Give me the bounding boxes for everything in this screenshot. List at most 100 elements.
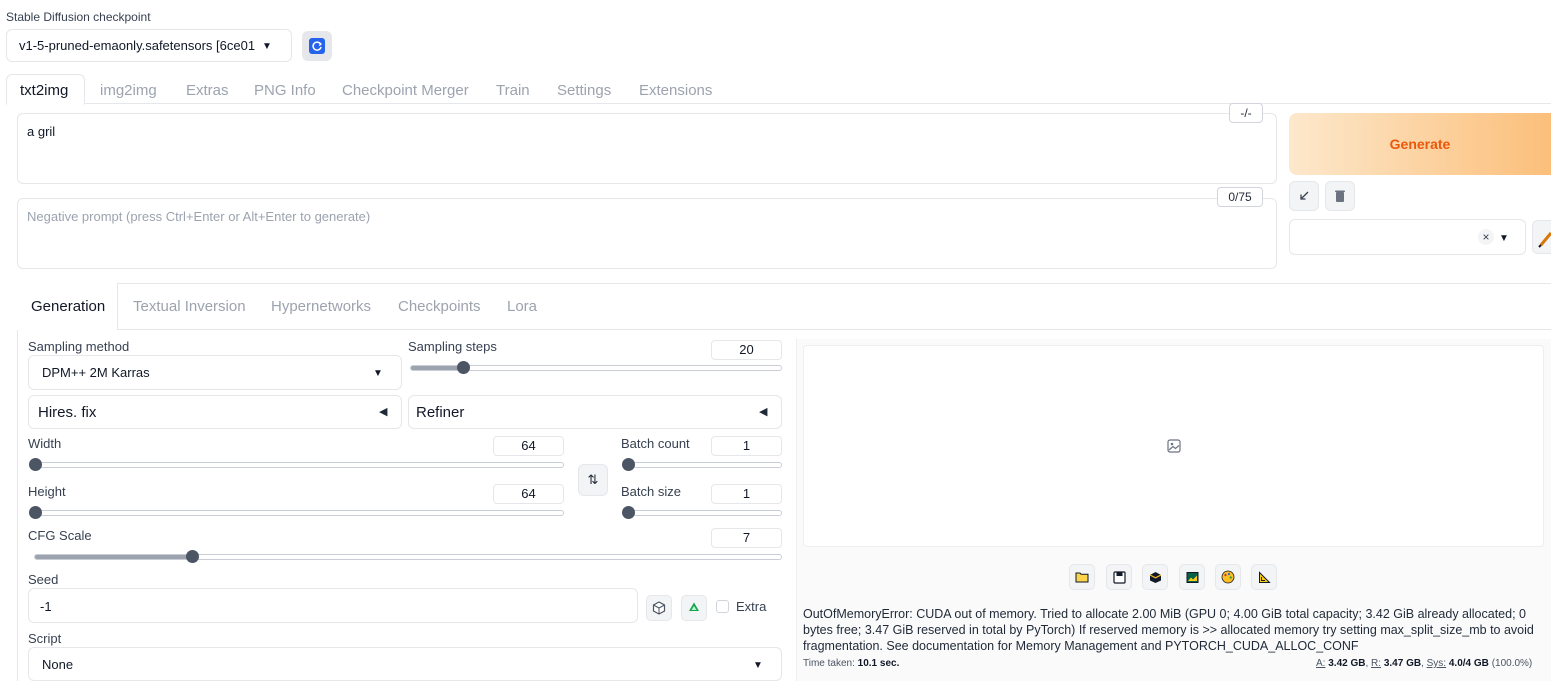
slider-thumb[interactable] (29, 506, 42, 519)
sub-tab-divider (17, 329, 1551, 330)
subtab-lora[interactable]: Lora (507, 298, 537, 315)
swap-dimensions-button[interactable]: ⇅ (578, 464, 608, 496)
height-input[interactable]: 64 (493, 484, 564, 504)
sampling-method-dropdown[interactable]: DPM++ 2M Karras ▼ (28, 355, 402, 390)
picture-icon (1186, 571, 1198, 583)
checkpoint-label: Stable Diffusion checkpoint (6, 10, 151, 24)
batch-count-input[interactable]: 1 (711, 436, 782, 456)
sampling-steps-slider[interactable] (410, 361, 782, 374)
mem-a-label: A: (1316, 658, 1326, 669)
image-placeholder-icon (1166, 439, 1181, 453)
error-message: OutOfMemoryError: CUDA out of memory. Tr… (803, 607, 1534, 653)
tab-settings[interactable]: Settings (557, 82, 611, 99)
seed-label: Seed (28, 572, 59, 587)
send-to-img2img-button[interactable] (1179, 564, 1205, 590)
tab-checkpoint-merger[interactable]: Checkpoint Merger (342, 82, 469, 99)
script-value: None (42, 657, 74, 672)
clear-prompt-button[interactable] (1325, 181, 1355, 211)
tab-png-info[interactable]: PNG Info (254, 82, 316, 99)
slider-thumb[interactable] (622, 458, 635, 471)
extra-seed-checkbox[interactable] (716, 600, 729, 613)
mem-r-value: 3.47 GB (1383, 658, 1422, 669)
chevron-down-icon: ▼ (1499, 233, 1509, 244)
pencil-icon (1538, 232, 1551, 248)
open-folder-button[interactable] (1069, 564, 1095, 590)
reuse-seed-button[interactable] (681, 595, 707, 621)
refresh-icon (309, 38, 325, 54)
dice-icon (652, 601, 666, 615)
batch-size-label: Batch size (621, 484, 681, 499)
tab-img2img[interactable]: img2img (100, 82, 157, 99)
checkpoint-value: v1-5-pruned-emaonly.safetensors [6ce01 (19, 38, 256, 53)
batch-count-slider[interactable] (622, 458, 782, 471)
negative-prompt-placeholder: Negative prompt (press Ctrl+Enter or Alt… (27, 209, 371, 224)
width-label: Width (28, 436, 62, 451)
slider-thumb[interactable] (29, 458, 42, 471)
script-label: Script (28, 631, 62, 646)
sampling-steps-input[interactable]: 20 (711, 340, 782, 360)
tab-extensions[interactable]: Extensions (639, 82, 712, 99)
random-seed-button[interactable] (646, 595, 672, 621)
send-to-extras-button[interactable] (1251, 564, 1277, 590)
time-taken: Time taken: 10.1 sec. (803, 658, 899, 669)
styles-dropdown[interactable]: × ▼ (1289, 219, 1526, 255)
subtab-checkpoints[interactable]: Checkpoints (398, 298, 481, 315)
mem-sys-label: Sys: (1426, 658, 1447, 669)
batch-size-slider[interactable] (622, 506, 782, 519)
slider-thumb[interactable] (456, 361, 470, 374)
refresh-checkpoint-button[interactable] (302, 31, 332, 61)
mem-a-value: 3.42 GB (1328, 658, 1366, 669)
read-params-button[interactable] (1289, 181, 1319, 211)
time-taken-label: Time taken: (803, 658, 855, 669)
triangle-ruler-icon (1258, 570, 1271, 583)
subtab-hypernetworks[interactable]: Hypernetworks (271, 298, 371, 315)
generate-button[interactable]: Generate (1289, 113, 1551, 175)
cfg-scale-input[interactable]: 7 (711, 528, 782, 548)
height-slider[interactable] (29, 506, 564, 519)
width-slider[interactable] (29, 458, 564, 471)
send-to-inpaint-button[interactable] (1215, 564, 1241, 590)
slider-thumb[interactable] (185, 550, 199, 563)
extra-seed-label: Extra (736, 599, 767, 614)
script-dropdown[interactable]: None ▼ (28, 647, 782, 681)
prompt-text: a gril (27, 124, 56, 139)
subtab-generation[interactable]: Generation (31, 298, 105, 315)
chevron-down-icon: ▼ (373, 368, 383, 379)
batch-count-label: Batch count (621, 436, 690, 451)
swap-arrows-icon: ⇅ (587, 472, 599, 487)
seed-value: -1 (40, 599, 52, 614)
negative-prompt-textarea[interactable]: Negative prompt (press Ctrl+Enter or Alt… (17, 198, 1277, 269)
tab-train[interactable]: Train (496, 82, 530, 99)
memory-stats: A: 3.42 GB, R: 3.47 GB, Sys: 4.0/4 GB (1… (1316, 658, 1533, 669)
slider-thumb[interactable] (622, 506, 635, 519)
chevron-down-icon: ▼ (262, 41, 272, 52)
clear-styles-icon[interactable]: × (1478, 229, 1494, 245)
collapse-arrow-icon: ◀ (379, 406, 388, 418)
collapse-arrow-icon: ◀ (759, 406, 768, 418)
refiner-label: Refiner (416, 404, 465, 421)
seed-input[interactable]: -1 (28, 588, 638, 623)
mem-r-label: R: (1371, 658, 1382, 669)
refiner-accordion[interactable]: Refiner ◀ (408, 395, 782, 429)
palette-icon (1221, 570, 1235, 584)
output-image-area (803, 345, 1544, 547)
tab-extras[interactable]: Extras (186, 82, 229, 99)
hires-fix-label: Hires. fix (38, 404, 97, 421)
width-input[interactable]: 64 (493, 436, 564, 456)
generate-label: Generate (1389, 136, 1451, 152)
hires-fix-accordion[interactable]: Hires. fix ◀ (28, 395, 402, 429)
mem-percent: (100.0%) (1491, 658, 1533, 669)
height-label: Height (28, 484, 66, 499)
apply-styles-button[interactable] (1532, 220, 1551, 254)
sampling-method-value: DPM++ 2M Karras (42, 365, 150, 380)
prompt-textarea[interactable]: a gril (17, 113, 1277, 184)
time-taken-value: 10.1 sec. (857, 658, 900, 669)
subtab-textual-inversion[interactable]: Textual Inversion (133, 298, 246, 315)
package-icon (1149, 571, 1161, 583)
save-button[interactable] (1106, 564, 1132, 590)
checkpoint-dropdown[interactable]: v1-5-pruned-emaonly.safetensors [6ce01 ▼ (6, 29, 292, 62)
zip-button[interactable] (1142, 564, 1168, 590)
batch-size-input[interactable]: 1 (711, 484, 782, 504)
cfg-scale-slider[interactable] (34, 550, 782, 563)
tab-txt2img[interactable]: txt2img (20, 82, 68, 99)
